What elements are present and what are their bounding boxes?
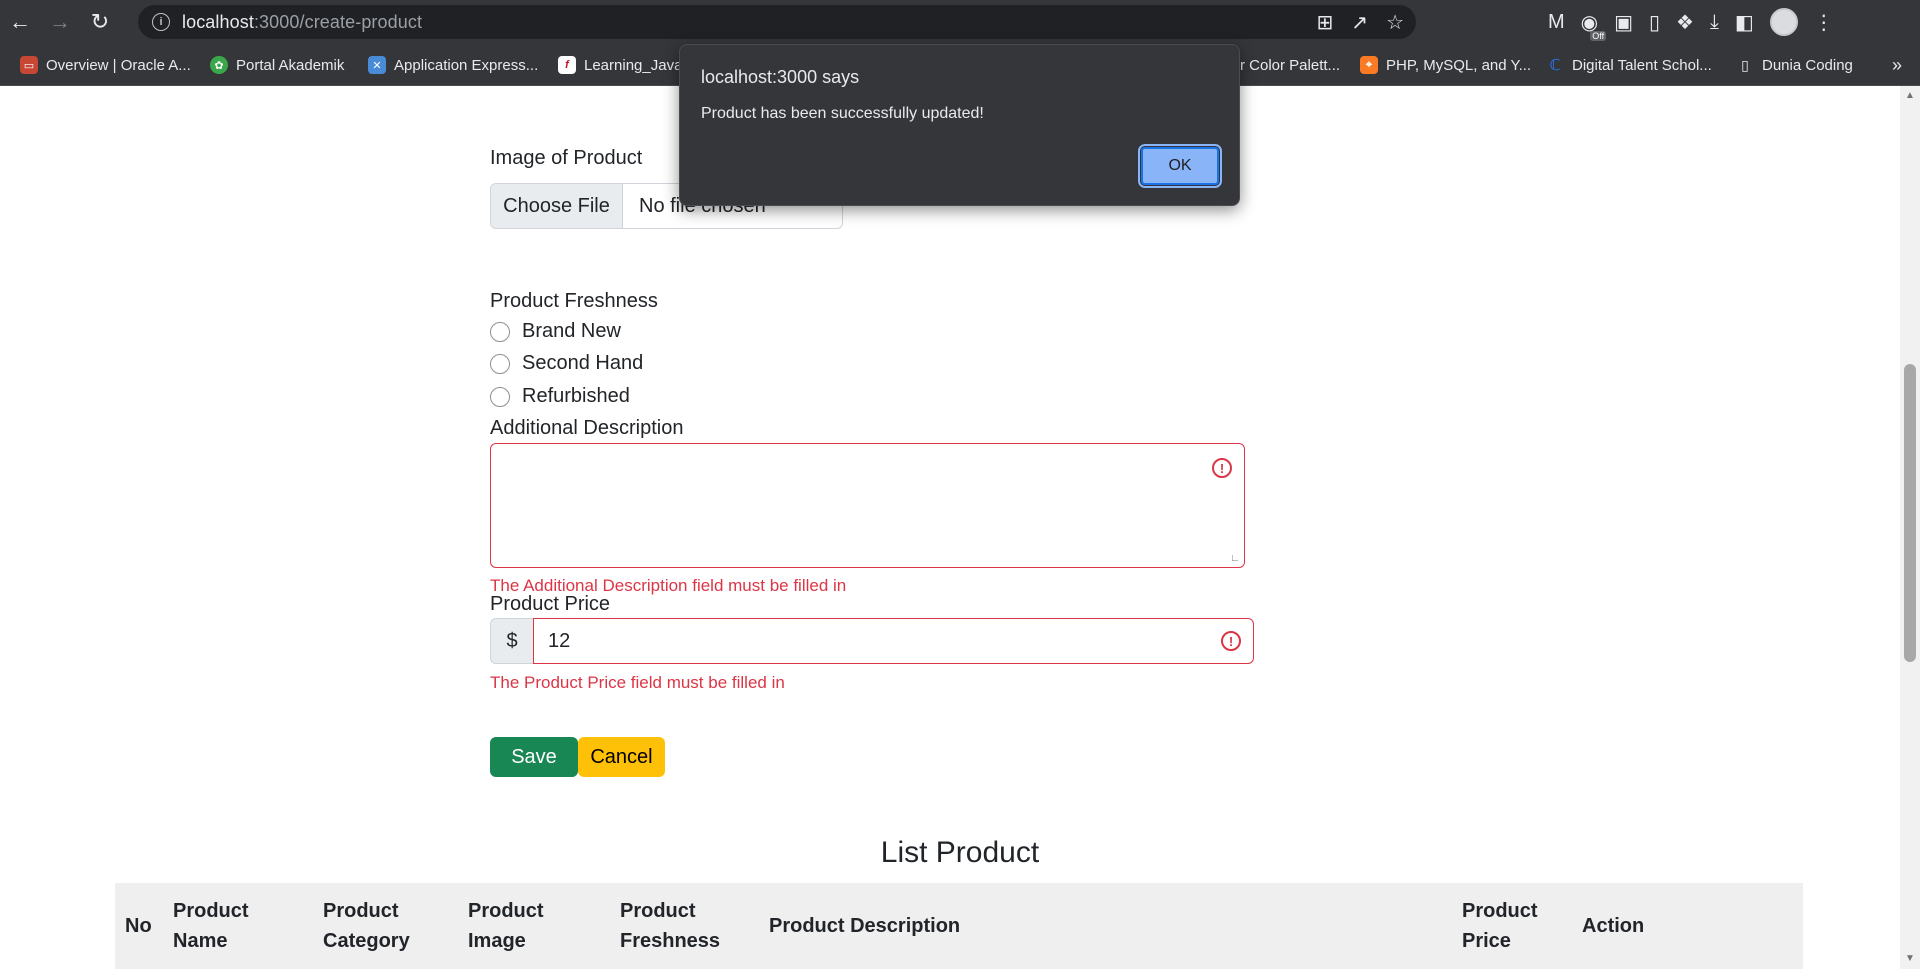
extension-off-icon[interactable]: ◉ Off	[1581, 10, 1607, 41]
column-header: Product Category	[323, 900, 410, 952]
ok-button[interactable]: OK	[1138, 144, 1222, 188]
dts-icon: ℂ	[1549, 57, 1561, 74]
radio-button[interactable]	[490, 386, 510, 407]
download-icon[interactable]: ⤓	[1710, 11, 1719, 34]
bookmark-php-mysql[interactable]: ⌖ PHP, MySQL, and Y...	[1360, 44, 1531, 86]
address-bar[interactable]: i localhost:3000/create-product ⊞ ↗ ☆	[138, 5, 1416, 39]
price-label: Product Price	[490, 593, 611, 615]
currency-prefix: $	[490, 618, 533, 664]
profile-avatar[interactable]	[1769, 8, 1798, 36]
price-input[interactable]: 12 !	[533, 618, 1254, 664]
bookmark-label: r Color Palett...	[1240, 56, 1341, 74]
page-scrollbar[interactable]: ▲ ▼	[1900, 86, 1920, 969]
column-header: Action	[1582, 915, 1645, 937]
camera-extension-icon[interactable]: ▣	[1614, 10, 1633, 35]
bookmark-portal-akademik[interactable]: ✿ Portal Akademik	[210, 44, 344, 86]
url-host: localhost	[182, 11, 254, 32]
page-icon: ▯	[1741, 56, 1749, 73]
column-header: Product Description	[769, 915, 961, 937]
apex-icon: ✕	[368, 56, 386, 74]
scroll-thumb[interactable]	[1904, 364, 1916, 662]
browser-toolbar: ← → ↻ i localhost:3000/create-product ⊞ …	[0, 0, 1920, 44]
extension-badge: Off	[1590, 30, 1607, 41]
share-icon[interactable]: ↗	[1351, 10, 1368, 35]
column-header: No	[125, 915, 152, 937]
oracle-icon: ▭	[20, 56, 38, 74]
reload-icon[interactable]: ↻	[80, 0, 120, 44]
bookmark-digital-talent[interactable]: ℂ Digital Talent Schol...	[1546, 44, 1712, 86]
column-header: Product Price	[1462, 900, 1538, 952]
dialog-title: localhost:3000 says	[701, 67, 860, 87]
cancel-button[interactable]: Cancel	[578, 737, 665, 777]
invalid-icon: !	[1212, 458, 1232, 478]
menu-kebab-icon[interactable]: ⋮	[1814, 10, 1834, 35]
bookmarks-more-icon[interactable]: »	[1892, 44, 1902, 86]
radio-label: Refurbished	[522, 385, 630, 407]
side-panel-icon[interactable]: ◧	[1735, 10, 1754, 35]
bookmark-label: Digital Talent Schol...	[1572, 56, 1712, 74]
bookmark-apex[interactable]: ✕ Application Express...	[368, 44, 538, 86]
radio-brand-new[interactable]: Brand New	[490, 320, 621, 343]
install-app-icon[interactable]: ⊞	[1317, 10, 1334, 35]
product-table-header: No Product Name Product Category Product…	[115, 883, 1803, 969]
xampp-icon: ⌖	[1360, 56, 1378, 74]
image-label: Image of Product	[490, 147, 643, 169]
bookmark-label: PHP, MySQL, and Y...	[1386, 56, 1532, 74]
bookmark-label: Portal Akademik	[236, 56, 345, 74]
price-input-group: $ 12 !	[490, 618, 1254, 664]
save-button[interactable]: Save	[490, 737, 578, 777]
back-icon[interactable]: ←	[0, 0, 40, 44]
page-content: Image of Product Choose File No file cho…	[0, 86, 1900, 969]
radio-button[interactable]	[490, 353, 510, 374]
dialog-message: Product has been successfully updated!	[701, 105, 984, 122]
url-text[interactable]: localhost:3000/create-product	[182, 12, 422, 33]
choose-file-button[interactable]: Choose File	[491, 184, 623, 228]
description-label: Additional Description	[490, 417, 684, 439]
column-header: Product Freshness	[620, 900, 721, 952]
column-header: Product Name	[173, 900, 249, 952]
docs-extension-icon[interactable]: ▯	[1649, 10, 1660, 35]
radio-label: Second Hand	[522, 352, 644, 374]
bookmark-color-palette[interactable]: r Color Palett...	[1240, 44, 1340, 86]
freshness-label: Product Freshness	[490, 290, 658, 312]
bookmark-learning-java[interactable]: f Learning_Java	[558, 44, 682, 86]
alert-dialog: localhost:3000 says Product has been suc…	[679, 44, 1240, 206]
portal-icon: ✿	[210, 56, 228, 74]
column-header: Product Image	[468, 900, 544, 952]
radio-second-hand[interactable]: Second Hand	[490, 352, 643, 375]
extensions-puzzle-icon[interactable]: ❖	[1676, 10, 1694, 35]
bookmark-dunia-coding[interactable]: ▯ Dunia Coding	[1736, 44, 1853, 86]
radio-button[interactable]	[490, 321, 510, 342]
bookmark-label: Dunia Coding	[1762, 56, 1853, 74]
bookmark-star-icon[interactable]: ☆	[1386, 10, 1404, 35]
resize-grip-icon[interactable]: ∟	[1230, 553, 1242, 565]
site-info-icon[interactable]: i	[152, 13, 170, 31]
list-title: List Product	[880, 836, 1040, 869]
bookmark-label: Learning_Java	[584, 56, 683, 74]
description-textarea[interactable]: ! ∟	[490, 443, 1245, 568]
gmail-extension-icon[interactable]: M	[1548, 11, 1565, 34]
scroll-down-icon[interactable]: ▼	[1904, 953, 1916, 965]
price-value: 12	[548, 629, 571, 652]
radio-refurbished[interactable]: Refurbished	[490, 385, 630, 408]
invalid-icon: !	[1221, 631, 1241, 651]
url-path: :3000/create-product	[253, 11, 423, 32]
forward-icon[interactable]: →	[40, 0, 80, 44]
radio-label: Brand New	[522, 320, 621, 342]
scroll-up-icon[interactable]: ▲	[1904, 90, 1916, 102]
bookmark-label: Application Express...	[394, 56, 539, 74]
flash-icon: f	[558, 56, 576, 74]
bookmark-oracle[interactable]: ▭ Overview | Oracle A...	[20, 44, 191, 86]
price-error: The Product Price field must be filled i…	[490, 673, 785, 692]
bookmark-label: Overview | Oracle A...	[46, 56, 191, 74]
